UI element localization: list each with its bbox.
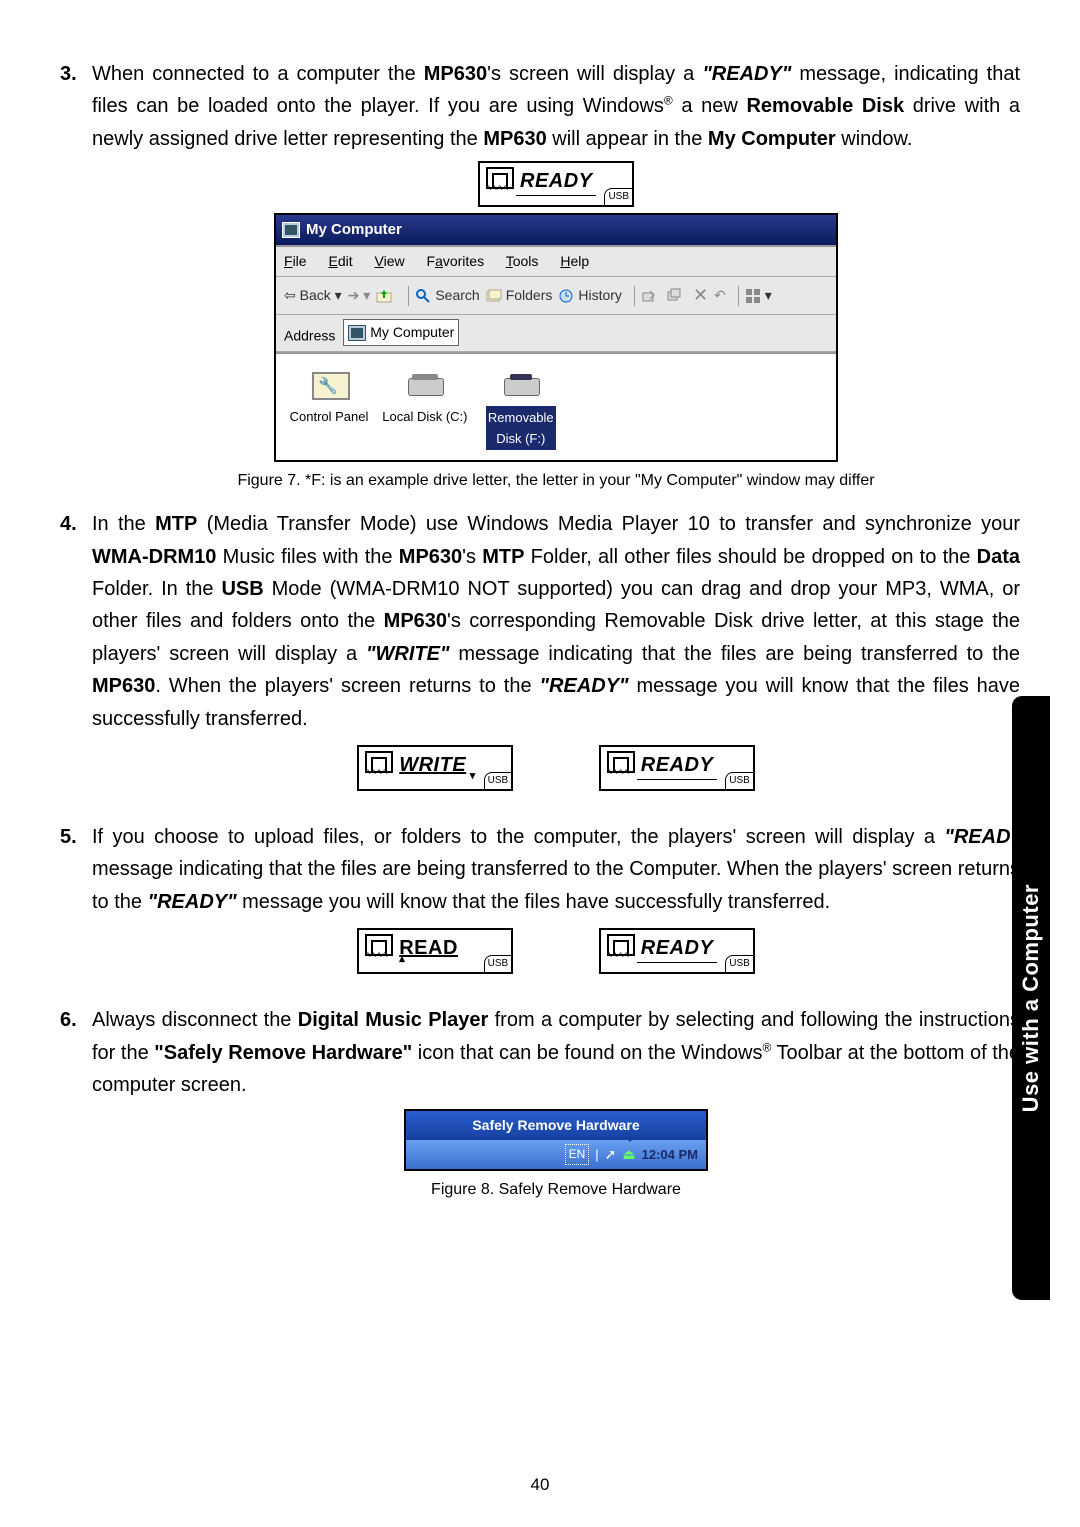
lcd-usb-label: USB <box>604 188 632 205</box>
search-button[interactable]: Search <box>415 284 479 307</box>
figure-7-caption: Figure 7. *F: is an example drive letter… <box>92 468 1020 494</box>
menu-tools[interactable]: Tools <box>506 253 539 269</box>
list-number-6: 6. <box>60 1004 92 1208</box>
toolbar: ⇦ Back ▾ ➔ ▾ <box>276 277 836 315</box>
views-icon <box>745 288 761 304</box>
undo-icon: ↶ <box>714 284 726 307</box>
figure-8-caption: Figure 8. Safely Remove Hardware <box>92 1177 1020 1203</box>
figure-safely-remove: Safely Remove Hardware EN | ➚ ⏏ 12:04 PM <box>92 1109 1020 1202</box>
address-bar: Address My Computer <box>276 315 836 352</box>
cursor-icon: ➚ <box>605 1143 617 1166</box>
system-tray: EN | ➚ ⏏ 12:04 PM <box>406 1140 706 1169</box>
safely-remove-hardware-figure: Safely Remove Hardware EN | ➚ ⏏ 12:04 PM <box>404 1109 708 1170</box>
item-control-panel[interactable]: Control Panel <box>286 368 372 427</box>
local-disk-icon <box>406 368 444 400</box>
history-icon <box>558 288 574 304</box>
window-titlebar: My Computer <box>276 215 836 245</box>
list-number-3: 3. <box>60 58 92 494</box>
lcd-usb-label: USB <box>725 772 753 789</box>
menu-view[interactable]: View <box>375 253 405 269</box>
figure-ready-lcd: ∿∿∿∿ READY USB <box>92 161 1020 207</box>
up-button[interactable] <box>376 288 396 304</box>
address-value: My Computer <box>370 321 454 344</box>
menu-bar: File Edit View Favorites Tools Help <box>276 245 836 277</box>
my-computer-icon <box>348 325 366 341</box>
lcd-panel-read: ∿∿∿∿ READ ▴ USB <box>357 928 513 974</box>
lcd-text-read: READ <box>399 932 458 964</box>
clock: 12:04 PM <box>642 1144 698 1165</box>
my-computer-icon <box>282 222 300 238</box>
my-computer-window: My Computer File Edit View Favorites Too… <box>274 213 838 462</box>
lcd-panel-ready-3: ∿∿∿∿ READY USB <box>599 928 755 974</box>
up-arrow-icon: ▴ <box>399 951 405 969</box>
copy-to-icon <box>667 288 683 304</box>
list-number-4: 4. <box>60 508 92 807</box>
undo-button[interactable]: ↶ <box>714 284 726 307</box>
window-title: My Computer <box>306 218 402 242</box>
item-label: Control Panel <box>286 406 372 427</box>
srh-balloon[interactable]: Safely Remove Hardware <box>406 1111 706 1140</box>
player-icon: ∿∿∿∿ <box>365 751 391 773</box>
control-panel-icon <box>310 368 348 400</box>
list-body-4: In the MTP (Media Transfer Mode) use Win… <box>92 508 1020 807</box>
language-indicator[interactable]: EN <box>565 1144 590 1165</box>
player-icon: ∿∿∿∿ <box>365 934 391 956</box>
back-button[interactable]: ⇦ Back ▾ <box>284 284 342 307</box>
menu-help[interactable]: Help <box>560 253 589 269</box>
down-arrow-icon: ▾ <box>470 768 476 786</box>
lcd-usb-label: USB <box>484 772 512 789</box>
folders-button[interactable]: Folders <box>486 284 553 307</box>
lcd-text-ready: READY <box>641 932 714 964</box>
client-area: Control Panel Local Disk (C:) Removable … <box>276 352 836 460</box>
item-local-disk[interactable]: Local Disk (C:) <box>382 368 468 427</box>
address-label: Address <box>284 328 335 344</box>
list-body-6: Always disconnect the Digital Music Play… <box>92 1004 1020 1208</box>
item-removable-disk[interactable]: Removable Disk (F:) <box>478 368 564 450</box>
lcd-panel-ready-2: ∿∿∿∿ READY USB <box>599 745 755 791</box>
lcd-panel-ready: ∿∿∿∿ READY USB <box>478 161 634 207</box>
lcd-text-ready: READY <box>641 749 714 781</box>
list-body-3: When connected to a computer the MP630's… <box>92 58 1020 494</box>
move-to-button[interactable] <box>641 288 661 304</box>
removable-disk-icon <box>502 368 540 400</box>
player-icon: ∿∿∿∿ <box>607 751 633 773</box>
views-button[interactable]: ▾ <box>745 284 772 307</box>
menu-favorites[interactable]: Favorites <box>427 253 485 269</box>
folders-icon <box>486 288 502 304</box>
item-label: Removable Disk (F:) <box>486 406 556 450</box>
side-tab-label: Use with a Computer <box>1018 884 1044 1112</box>
lcd-text-write: WRITE <box>399 749 466 781</box>
menu-edit[interactable]: Edit <box>328 253 352 269</box>
page-number: 40 <box>0 1475 1080 1495</box>
lcd-text-ready: READY <box>520 165 593 197</box>
player-icon: ∿∿∿∿ <box>486 167 512 189</box>
history-button[interactable]: History <box>558 284 622 307</box>
dropdown-icon: ▾ <box>359 284 370 307</box>
item-label: Local Disk (C:) <box>382 406 468 427</box>
lcd-usb-label: USB <box>484 955 512 972</box>
forward-arrow-icon: ➔ <box>348 284 360 307</box>
move-to-icon <box>641 288 657 304</box>
player-icon: ∿∿∿∿ <box>607 934 633 956</box>
address-field[interactable]: My Computer <box>343 319 459 346</box>
side-tab: Use with a Computer <box>1012 696 1050 1300</box>
lcd-usb-label: USB <box>725 955 753 972</box>
forward-button[interactable]: ➔ ▾ <box>348 284 371 307</box>
menu-file[interactable]: File <box>284 253 307 269</box>
list-number-5: 5. <box>60 821 92 990</box>
copy-to-button[interactable] <box>667 288 687 304</box>
lcd-panel-write: ∿∿∿∿ WRITE ▾ USB <box>357 745 513 791</box>
list-body-5: If you choose to upload files, or folder… <box>92 821 1020 990</box>
dropdown-icon: ▾ <box>331 284 342 307</box>
dropdown-icon: ▾ <box>765 284 772 307</box>
search-icon <box>415 288 431 304</box>
folder-up-icon <box>376 288 392 304</box>
back-arrow-icon: ⇦ <box>284 284 300 307</box>
delete-x-icon: ✕ <box>693 281 708 310</box>
delete-button[interactable]: ✕ <box>693 281 708 310</box>
